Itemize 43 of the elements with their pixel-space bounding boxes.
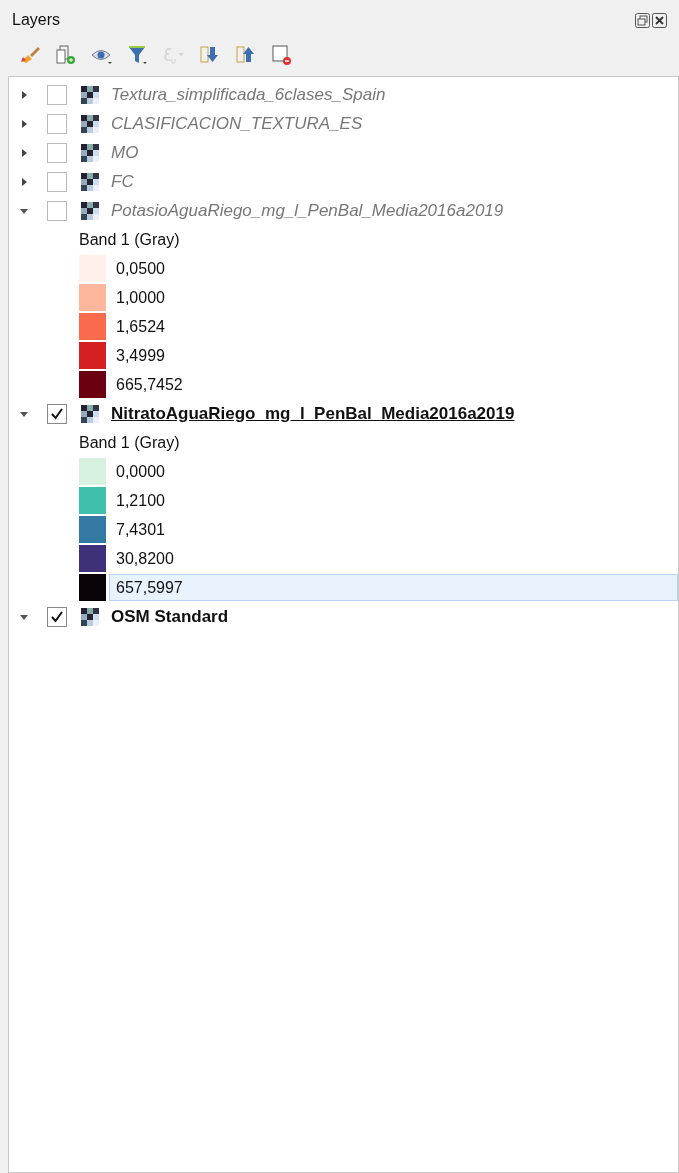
raster-layer-icon xyxy=(81,114,99,133)
layer-checkbox[interactable] xyxy=(47,200,67,221)
layer-name[interactable]: FC xyxy=(111,168,134,195)
layer-name[interactable]: PotasioAguaRiego_mg_l_PenBal_Media2016a2019 xyxy=(111,197,504,224)
raster-layer-icon xyxy=(81,404,99,423)
band-label: Band 1 (Gray) xyxy=(79,229,180,250)
layer-name[interactable]: OSM Standard xyxy=(111,603,229,630)
legend-item[interactable]: 1,2100 xyxy=(109,487,678,514)
band-label: Band 1 (Gray) xyxy=(79,432,180,453)
layer-checkbox[interactable] xyxy=(47,142,67,163)
layer-name[interactable]: CLASIFICACION_TEXTURA_ES xyxy=(111,110,363,137)
float-icon[interactable] xyxy=(635,12,650,28)
legend-item[interactable]: 1,6524 xyxy=(109,313,678,340)
legend-item[interactable]: 3,4999 xyxy=(109,342,678,369)
expand-arrow-icon[interactable] xyxy=(19,147,29,158)
legend-item[interactable]: 7,4301 xyxy=(109,516,678,543)
layer-checkbox[interactable] xyxy=(47,84,67,105)
raster-layer-icon xyxy=(81,201,99,220)
raster-layer-icon xyxy=(81,85,99,104)
remove-layer-icon[interactable] xyxy=(270,43,294,67)
panel-title: Layers xyxy=(12,10,61,30)
layer-checkbox[interactable] xyxy=(47,606,67,627)
layer-checkbox[interactable] xyxy=(47,403,67,424)
legend-item[interactable]: 665,7452 xyxy=(109,371,678,398)
layer-name[interactable]: Textura_simplificada_6clases_Spain xyxy=(111,81,386,108)
layer-name[interactable]: NitratoAguaRiego_mg_l_PenBal_Media2016a2019 xyxy=(111,400,515,427)
expand-arrow-icon[interactable] xyxy=(19,89,29,100)
layer-name[interactable]: MO xyxy=(111,139,139,166)
expand-arrow-icon[interactable] xyxy=(19,118,29,129)
filter-icon[interactable] xyxy=(126,43,150,67)
layer-checkbox[interactable] xyxy=(47,171,67,192)
legend-item[interactable]: 657,5997 xyxy=(109,574,678,601)
add-group-icon[interactable] xyxy=(54,43,78,67)
legend-item[interactable]: 30,8200 xyxy=(109,545,678,572)
raster-layer-icon xyxy=(81,607,99,626)
legend-item[interactable]: 0,0500 xyxy=(109,255,678,282)
close-icon[interactable] xyxy=(652,12,667,28)
legend-item[interactable]: 0,0000 xyxy=(109,458,678,485)
raster-layer-icon xyxy=(81,172,99,191)
raster-layer-icon xyxy=(81,143,99,162)
expand-arrow-icon[interactable] xyxy=(19,176,29,187)
legend-item[interactable]: 1,0000 xyxy=(109,284,678,311)
layer-checkbox[interactable] xyxy=(47,113,67,134)
